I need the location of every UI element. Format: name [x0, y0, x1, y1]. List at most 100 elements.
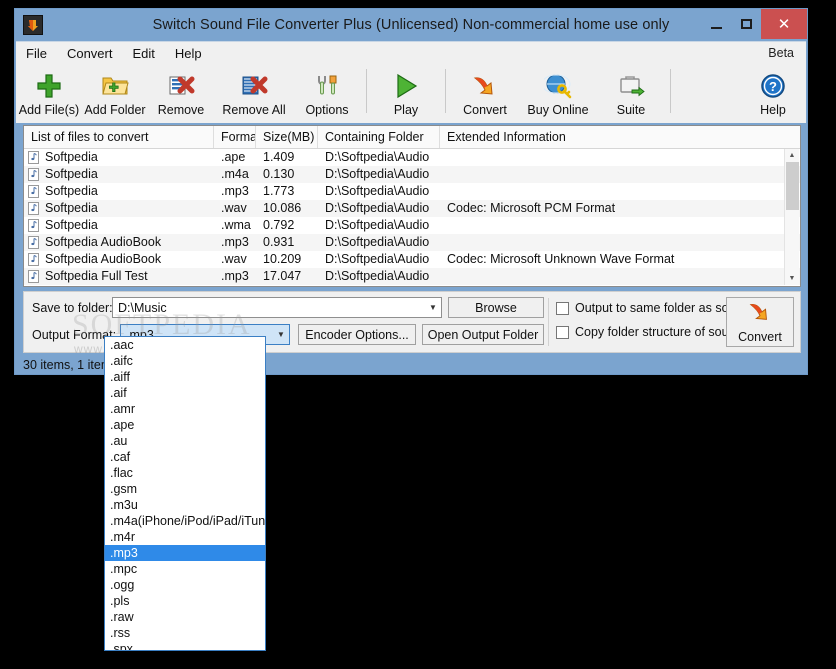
- table-row[interactable]: Softpedia Full Test .mp3 17.047 D:\Softpedi…: [24, 268, 800, 285]
- file-list[interactable]: List of files to convert Format Size(MB)…: [23, 125, 801, 287]
- column-header-name[interactable]: List of files to convert: [24, 126, 214, 148]
- dropdown-option[interactable]: .au: [105, 433, 265, 449]
- cell-size: 0.792: [263, 218, 295, 232]
- convert-button-label: Convert: [738, 330, 782, 344]
- cell-size: 1.773: [263, 184, 295, 198]
- play-button[interactable]: Play: [373, 65, 439, 117]
- toolbar-label: Add Folder: [84, 103, 146, 117]
- dropdown-option[interactable]: .spx: [105, 641, 265, 650]
- dropdown-option[interactable]: .amr: [105, 401, 265, 417]
- convert-button[interactable]: Convert: [726, 297, 794, 347]
- table-row[interactable]: Softpedia AudioBook .wav 10.209 D:\Softpedi…: [24, 251, 800, 268]
- toolbar-label: Buy Online: [527, 103, 589, 117]
- remove-all-button[interactable]: Remove All: [214, 65, 294, 117]
- application-window: Switch Sound File Converter Plus (Unlice…: [14, 8, 808, 375]
- cell-folder: D:\Softpedia\Audio: [325, 269, 430, 283]
- help-question-icon: ?: [759, 69, 787, 102]
- table-row[interactable]: Softpedia .ape 1.409 D:\Softpedia\Audio: [24, 149, 800, 166]
- dropdown-option[interactable]: .ape: [105, 417, 265, 433]
- chevron-down-icon[interactable]: ▼: [425, 303, 441, 312]
- save-to-folder-combo[interactable]: D:\Music ▼: [112, 297, 442, 318]
- dropdown-option[interactable]: .aif: [105, 385, 265, 401]
- cell-format: .m4a: [221, 167, 249, 181]
- toolbar-label: Add File(s): [18, 103, 80, 117]
- table-row[interactable]: Softpedia .wma 0.792 D:\Softpedia\Audio: [24, 217, 800, 234]
- output-format-dropdown[interactable]: .aac .aifc .aiff .aif .amr .ape .au .caf .flac .g…: [104, 336, 266, 651]
- encoder-options-button[interactable]: Encoder Options...: [298, 324, 416, 345]
- column-header-extended-info[interactable]: Extended Information: [440, 126, 800, 148]
- cell-folder: D:\Softpedia\Audio: [325, 235, 430, 249]
- cell-folder: D:\Softpedia\Audio: [325, 201, 430, 215]
- minimize-button[interactable]: [701, 9, 731, 39]
- options-button[interactable]: Options: [294, 65, 360, 117]
- dropdown-option[interactable]: .raw: [105, 609, 265, 625]
- cell-size: 10.209: [263, 252, 302, 266]
- dropdown-option[interactable]: .caf: [105, 449, 265, 465]
- add-files-button[interactable]: Add File(s): [16, 65, 82, 117]
- suitcase-icon: [617, 69, 645, 102]
- menu-item-edit[interactable]: Edit: [122, 44, 164, 63]
- remove-icon: [167, 69, 195, 102]
- cell-name: Softpedia: [24, 183, 214, 200]
- globe-key-icon: [544, 69, 572, 102]
- folder-add-icon: [101, 69, 129, 102]
- cell-folder: D:\Softpedia\Audio: [325, 167, 430, 181]
- dropdown-option[interactable]: .gsm: [105, 481, 265, 497]
- menu-item-help[interactable]: Help: [165, 44, 212, 63]
- dropdown-option[interactable]: .aifc: [105, 353, 265, 369]
- open-output-folder-button[interactable]: Open Output Folder: [422, 324, 544, 345]
- title-bar: Switch Sound File Converter Plus (Unlice…: [15, 9, 807, 41]
- buy-online-button[interactable]: Buy Online: [518, 65, 598, 117]
- cell-extended-info: Codec: Microsoft PCM Format: [447, 201, 616, 215]
- cell-folder: D:\Softpedia\Audio: [325, 184, 430, 198]
- dropdown-option[interactable]: .aiff: [105, 369, 265, 385]
- menu-item-convert[interactable]: Convert: [57, 44, 123, 63]
- remove-button[interactable]: Remove: [148, 65, 214, 117]
- cell-name: Softpedia: [24, 200, 214, 217]
- cell-size: 1.409: [263, 150, 295, 164]
- options-tools-icon: [313, 69, 341, 102]
- dropdown-option[interactable]: .mpc: [105, 561, 265, 577]
- dropdown-option[interactable]: .mp3: [105, 545, 265, 561]
- cell-format: .mp3: [221, 269, 249, 283]
- table-row[interactable]: Softpedia .wav 10.086 D:\Softpedia\Audio Cod…: [24, 200, 800, 217]
- cell-size: 10.086: [263, 201, 302, 215]
- dropdown-option[interactable]: .ogg: [105, 577, 265, 593]
- chevron-down-icon[interactable]: ▼: [273, 330, 289, 339]
- add-folder-button[interactable]: Add Folder: [82, 65, 148, 117]
- table-row[interactable]: Softpedia AudioBook .mp3 0.931 D:\Softpedia…: [24, 234, 800, 251]
- dropdown-option[interactable]: .m3u: [105, 497, 265, 513]
- cell-folder: D:\Softpedia\Audio: [325, 150, 430, 164]
- file-list-scrollbar[interactable]: ▲ ▼: [784, 149, 799, 285]
- toolbar-label: Options: [305, 103, 349, 117]
- dropdown-option[interactable]: .flac: [105, 465, 265, 481]
- scroll-down-icon[interactable]: ▼: [785, 272, 799, 285]
- copy-folder-structure-checkbox[interactable]: [556, 325, 569, 339]
- browse-button[interactable]: Browse: [448, 297, 544, 318]
- cell-format: .wma: [221, 218, 251, 232]
- save-to-folder-label: Save to folder:: [32, 301, 113, 315]
- dropdown-option[interactable]: .rss: [105, 625, 265, 641]
- table-row[interactable]: Softpedia .m4a 0.130 D:\Softpedia\Audio: [24, 166, 800, 183]
- menu-bar: File Convert Edit Help Beta: [16, 41, 806, 64]
- table-row[interactable]: Softpedia .mp3 1.773 D:\Softpedia\Audio: [24, 183, 800, 200]
- scrollbar-thumb[interactable]: [786, 162, 799, 210]
- close-button[interactable]: ✕: [761, 9, 807, 39]
- column-header-folder[interactable]: Containing Folder: [318, 126, 440, 148]
- dropdown-option[interactable]: .pls: [105, 593, 265, 609]
- menu-item-file[interactable]: File: [16, 44, 57, 63]
- toolbar-label: Remove All: [222, 103, 286, 117]
- convert-toolbar-button[interactable]: Convert: [452, 65, 518, 117]
- column-header-size[interactable]: Size(MB): [256, 126, 318, 148]
- output-same-folder-checkbox[interactable]: [556, 301, 569, 315]
- column-header-format[interactable]: Format: [214, 126, 256, 148]
- dropdown-option[interactable]: .m4a(iPhone/iPod/iPad/iTune/DSI: [105, 513, 265, 529]
- suite-button[interactable]: Suite: [598, 65, 664, 117]
- toolbar-label: Remove: [157, 103, 205, 117]
- dropdown-option[interactable]: .aac: [105, 337, 265, 353]
- help-button[interactable]: ? Help: [740, 65, 806, 117]
- maximize-button[interactable]: [731, 9, 761, 39]
- dropdown-option[interactable]: .m4r: [105, 529, 265, 545]
- scroll-up-icon[interactable]: ▲: [785, 149, 799, 162]
- beta-label: Beta: [768, 46, 794, 60]
